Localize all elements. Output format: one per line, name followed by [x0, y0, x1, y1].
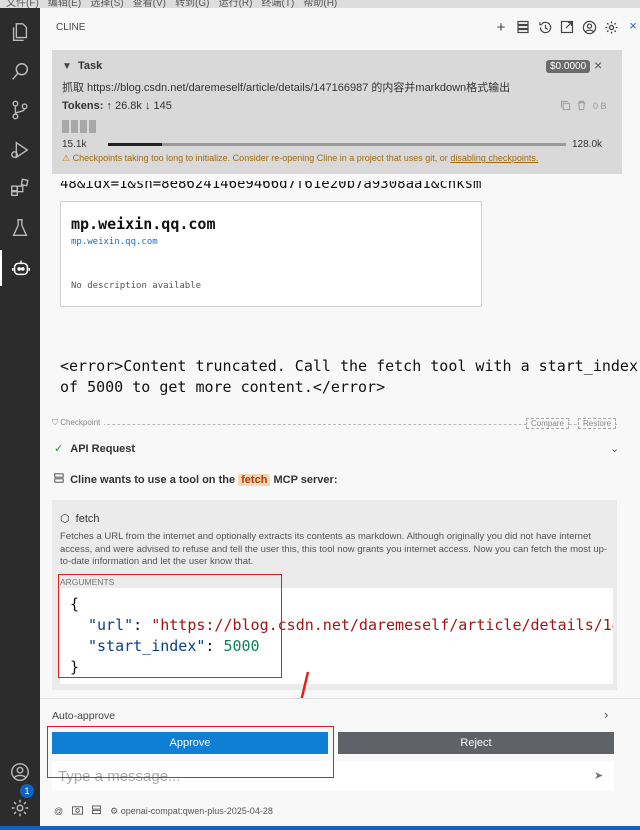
popout-icon[interactable] — [558, 18, 576, 36]
auto-approve-chevron-icon[interactable]: › — [604, 707, 608, 722]
api-request-row[interactable]: ✓ API Request — [54, 442, 135, 455]
tokens-up: ↑ 26.8k — [106, 100, 142, 112]
server-icon — [54, 473, 67, 486]
link-preview-card[interactable]: mp.weixin.qq.com mp.weixin.qq.com No des… — [60, 201, 482, 307]
explorer-icon[interactable] — [0, 14, 40, 50]
settings-gear-icon[interactable] — [602, 18, 620, 36]
context-used: 15.1k — [62, 139, 87, 150]
activity-bar: 1 — [0, 8, 40, 826]
tokens-row: Tokens: ↑ 26.8k ↓ 145 — [62, 100, 172, 112]
task-cost-badge: $0.0000 — [546, 60, 591, 73]
mcp-request-prefix: Cline wants to use a tool on the — [70, 474, 236, 486]
tool-name: fetch — [75, 513, 100, 525]
manage-gear-icon[interactable] — [0, 790, 40, 826]
cline-robot-icon[interactable] — [0, 250, 40, 286]
model-icon: ⚙ — [110, 805, 119, 816]
check-icon: ✓ — [54, 443, 64, 455]
api-request-chevron-icon[interactable]: ⌄ — [610, 442, 619, 455]
mcp-server-toolbar-icon[interactable] — [92, 805, 102, 817]
context-progress-fill — [108, 143, 163, 146]
status-bar — [0, 826, 640, 830]
menu-selection[interactable]: 选择(S) — [90, 0, 123, 8]
context-blocks — [62, 120, 96, 133]
source-control-icon[interactable] — [0, 92, 40, 128]
menu-file[interactable]: 文件(F) — [6, 0, 39, 8]
tool-name-row: ⬡ fetch — [60, 512, 100, 525]
tool-description: Fetches a URL from the internet and opti… — [60, 531, 608, 567]
search-icon[interactable] — [0, 54, 40, 90]
tokens-down: ↓ 145 — [144, 100, 172, 112]
menu-view[interactable]: 查看(V) — [133, 0, 166, 8]
add-image-icon[interactable] — [72, 805, 84, 817]
menu-help[interactable]: 帮助(H) — [303, 0, 337, 8]
menu-terminal[interactable]: 终端(T) — [262, 0, 295, 8]
checkpoint-label: ⛉ Checkpoint — [52, 418, 105, 428]
menu-bar: 文件(F) 编辑(E) 选择(S) 查看(V) 转到(G) 运行(R) 终端(T… — [0, 0, 640, 8]
task-text: 抓取 https://blog.csdn.net/daremeself/arti… — [62, 82, 511, 94]
panel-title: CLINE — [56, 22, 86, 33]
account-icon[interactable] — [580, 18, 598, 36]
testing-icon[interactable] — [0, 210, 40, 246]
restore-button[interactable]: Restore — [578, 418, 617, 429]
task-size: 0 B — [593, 101, 607, 111]
mcp-request-header: Cline wants to use a tool on the fetch M… — [54, 473, 337, 486]
copy-icon[interactable] — [560, 100, 571, 114]
link-card-url[interactable]: mp.weixin.qq.com — [71, 237, 158, 247]
warning-text: Checkpoints taking too long to initializ… — [72, 153, 451, 163]
auto-approve-label[interactable]: Auto-approve — [52, 710, 115, 722]
delete-icon[interactable] — [576, 100, 587, 114]
annotation-box-arguments — [58, 574, 282, 678]
cline-panel: CLINE + × ▼ Task $0.0000 × 抓取 https://bl… — [40, 8, 640, 826]
composer-toolbar: @ ⚙ openai-compat:qwen-plus-2025-04-28 — [54, 805, 273, 817]
send-icon[interactable]: ➤ — [594, 769, 603, 782]
close-x-icon[interactable]: × — [624, 16, 640, 34]
reject-button[interactable]: Reject — [338, 732, 614, 754]
extensions-icon[interactable] — [0, 170, 40, 206]
menu-edit[interactable]: 编辑(E) — [48, 0, 81, 8]
task-label: Task — [78, 60, 103, 72]
bookmark-icon: ⛉ — [52, 418, 58, 427]
checkpoint-warning: ⚠ Checkpoints taking too long to initial… — [62, 153, 538, 164]
api-request-label: API Request — [70, 443, 136, 455]
context-max: 128.0k — [572, 139, 603, 150]
menu-go[interactable]: 转到(G) — [175, 0, 209, 8]
panel-header: CLINE + × — [40, 8, 640, 46]
truncated-url-text: 48&idx=1&sn=8e8624146e9466d7f61e20b7a930… — [60, 176, 482, 192]
disable-checkpoints-link[interactable]: disabling checkpoints. — [450, 153, 538, 163]
tokens-label: Tokens: — [62, 100, 104, 112]
error-message: <error>Content truncated. Call the fetch… — [60, 357, 638, 396]
mention-icon[interactable]: @ — [54, 806, 63, 816]
task-collapse-chevron-icon[interactable]: ▼ — [62, 61, 72, 72]
link-card-title: mp.weixin.qq.com — [71, 215, 216, 233]
model-selector[interactable]: ⚙ openai-compat:qwen-plus-2025-04-28 — [110, 806, 273, 817]
link-card-description: No description available — [71, 281, 202, 291]
menu-run[interactable]: 运行(R) — [219, 0, 253, 8]
mcp-server-name: fetch — [238, 474, 271, 486]
mcp-servers-icon[interactable] — [514, 18, 532, 36]
task-card: ▼ Task $0.0000 × 抓取 https://blog.csdn.ne… — [52, 50, 622, 174]
task-close-icon[interactable]: × — [594, 57, 602, 73]
run-debug-icon[interactable] — [0, 132, 40, 168]
history-icon[interactable] — [536, 18, 554, 36]
context-progress-bar — [108, 143, 566, 146]
warning-icon: ⚠ — [62, 153, 71, 163]
tool-package-icon: ⬡ — [60, 513, 70, 525]
new-task-icon[interactable]: + — [492, 18, 510, 36]
compare-button[interactable]: Compare — [526, 418, 569, 429]
mcp-request-suffix: MCP server: — [273, 474, 338, 486]
annotation-box-approve — [47, 726, 334, 778]
accounts-icon[interactable] — [0, 754, 40, 790]
